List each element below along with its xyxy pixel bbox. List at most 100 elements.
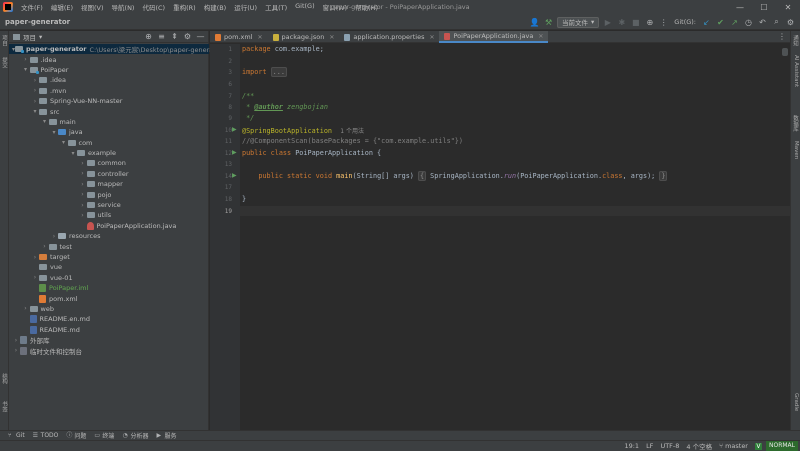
tree-item[interactable]: ▾ java (9, 127, 209, 137)
menu-item[interactable]: 代码(C) (138, 2, 169, 12)
tree-item[interactable]: › .idea (9, 54, 209, 64)
chevron-right-icon[interactable]: › (31, 87, 39, 94)
chevron-right-icon[interactable]: › (12, 347, 20, 354)
run-config-select[interactable]: 当前文件 ▾ (557, 16, 600, 28)
chevron-down-icon[interactable]: ▾ (41, 118, 49, 125)
tree-item[interactable]: › common (9, 158, 209, 168)
chevron-right-icon[interactable]: › (50, 233, 58, 240)
hide-panel-icon[interactable]: — (196, 32, 205, 42)
tree-item[interactable]: › vue-01 (9, 273, 209, 283)
indent-setting[interactable]: 4 个空格 (686, 441, 712, 451)
tree-item[interactable]: ▾ PoiPaper (9, 65, 209, 75)
collapse-all-icon[interactable]: ⇞ (170, 32, 179, 42)
chevron-right-icon[interactable]: › (31, 274, 39, 281)
tree-item[interactable]: pom.xml (9, 293, 209, 303)
editor-tab[interactable]: PoiPaperApplication.java ✕ (439, 31, 549, 43)
menu-item[interactable]: Git(G) (291, 2, 319, 12)
tree-item[interactable]: › service (9, 200, 209, 210)
chevron-right-icon[interactable]: › (79, 160, 87, 167)
bottom-tool-终端[interactable]: ▭ 终端 (94, 431, 114, 440)
file-encoding[interactable]: UTF-8 (660, 442, 679, 450)
close-tab-icon[interactable]: ✕ (429, 34, 434, 41)
tree-item[interactable]: › resources (9, 231, 209, 241)
vim-plugin-icon[interactable]: V (754, 442, 762, 450)
chevron-right-icon[interactable]: › (31, 98, 39, 105)
code-editor[interactable]: 1 2 3 6 7 8 9 10 11 12 13 14 17 18 19 package com.exam… (210, 44, 790, 430)
chevron-right-icon[interactable]: › (41, 243, 49, 250)
chevron-right-icon[interactable]: › (31, 254, 39, 261)
editor-tab[interactable]: pom.xml ✕ (210, 31, 268, 43)
tree-item[interactable]: › Spring-Vue-NN-master (9, 96, 209, 106)
chevron-right-icon[interactable]: › (79, 191, 87, 198)
close-tab-icon[interactable]: ✕ (258, 34, 263, 41)
chevron-right-icon[interactable]: › (12, 337, 20, 344)
editor-tab[interactable]: package.json ✕ (268, 31, 340, 43)
bookmarks-tool-tab[interactable]: 书签 (1, 401, 8, 412)
history-icon[interactable]: ◷ (743, 17, 754, 28)
run-gutter-icon[interactable]: ▶ (232, 149, 237, 156)
run-gutter-icon[interactable]: ▶ (232, 126, 237, 133)
tree-item[interactable]: ▾ src (9, 106, 209, 116)
git-push-icon[interactable]: ↗ (729, 17, 740, 28)
tree-item[interactable]: ▾ main (9, 117, 209, 127)
chevron-down-icon[interactable]: ▾ (22, 66, 30, 73)
tree-item[interactable]: PoiPaper.iml (9, 283, 209, 293)
line-separator[interactable]: LF (646, 442, 653, 450)
menu-item[interactable]: 构建(B) (200, 2, 231, 12)
settings-icon[interactable]: ⚙ (785, 17, 796, 28)
chevron-right-icon[interactable]: › (31, 77, 39, 84)
tree-item[interactable]: README.en.md (9, 314, 209, 324)
tree-item[interactable]: › pojo (9, 189, 209, 199)
tree-item[interactable]: ▾ com (9, 138, 209, 148)
gradle-tool-tab[interactable]: Gradle (791, 393, 799, 411)
ai-assistant-tool-tab[interactable]: AI Assistant (791, 55, 799, 87)
editor-tab[interactable]: application.properties ✕ (339, 31, 439, 43)
coverage-icon[interactable]: ⊕ (644, 17, 655, 28)
close-button[interactable]: ✕ (776, 0, 800, 14)
close-tab-icon[interactable]: ✕ (329, 34, 334, 41)
tab-options-icon[interactable]: ⋮ (778, 32, 786, 41)
tree-item[interactable]: ▾ paper-generator C:\Users\梁元宸\Desktop\pap… (9, 44, 222, 55)
tree-item[interactable]: › test (9, 241, 209, 251)
folded-imports[interactable]: ... (270, 67, 287, 77)
expand-all-icon[interactable]: ≡ (157, 32, 166, 42)
tree-item[interactable]: › 临时文件和控制台 (9, 345, 209, 356)
close-tab-icon[interactable]: ✕ (538, 33, 543, 40)
tree-item[interactable]: ▾ example (9, 148, 209, 158)
usages-inlay-hint[interactable]: 1 个用法 (340, 128, 364, 135)
tree-item[interactable]: PoiPaperApplication.java (9, 221, 209, 231)
menu-item[interactable]: 视图(V) (77, 2, 108, 12)
tree-item[interactable]: › .mvn (9, 86, 209, 96)
git-branch[interactable]: ⑂ master (719, 442, 748, 450)
tree-item[interactable]: › mapper (9, 179, 209, 189)
menu-item[interactable]: 导航(N) (108, 2, 139, 12)
debug-icon[interactable]: ✱ (616, 17, 627, 28)
maximize-button[interactable]: ☐ (752, 0, 776, 14)
bottom-tool-服务[interactable]: ▶ 服务 (156, 431, 176, 440)
notifications-tool-tab[interactable]: 通知 (791, 35, 799, 46)
tree-item[interactable]: › .idea (9, 75, 209, 85)
tree-item[interactable]: README.md (9, 325, 209, 335)
chevron-right-icon[interactable]: › (79, 202, 87, 209)
menu-item[interactable]: 运行(U) (230, 2, 261, 12)
project-tool-tab[interactable]: 项目 (1, 35, 8, 46)
commit-tool-tab[interactable]: 提交 (1, 57, 8, 68)
menu-item[interactable]: 文件(F) (17, 2, 47, 12)
more-actions-icon[interactable]: ⋮ (658, 17, 669, 28)
chevron-down-icon[interactable]: ▾ (69, 150, 77, 157)
git-update-icon[interactable]: ↙ (701, 17, 712, 28)
run-gutter-icon[interactable]: ▶ (232, 172, 237, 179)
run-icon[interactable]: ▶ (602, 17, 613, 28)
caret-position[interactable]: 19:1 (624, 442, 639, 450)
chevron-right-icon[interactable]: › (22, 305, 30, 312)
menu-item[interactable]: 帮助(H) (351, 2, 382, 12)
tree-item[interactable]: › 外部库 (9, 335, 209, 345)
tree-item[interactable]: › target (9, 252, 209, 262)
chevron-down-icon[interactable]: ▾ (50, 129, 58, 136)
chevron-down-icon[interactable]: ▾ (31, 108, 39, 115)
git-commit-icon[interactable]: ✔ (715, 17, 726, 28)
rollback-icon[interactable]: ↶ (757, 17, 768, 28)
chevron-down-icon[interactable]: ▾ (60, 139, 68, 146)
bottom-tool-问题[interactable]: ⓘ 问题 (66, 431, 86, 440)
folded-block-open[interactable]: { (418, 171, 427, 181)
